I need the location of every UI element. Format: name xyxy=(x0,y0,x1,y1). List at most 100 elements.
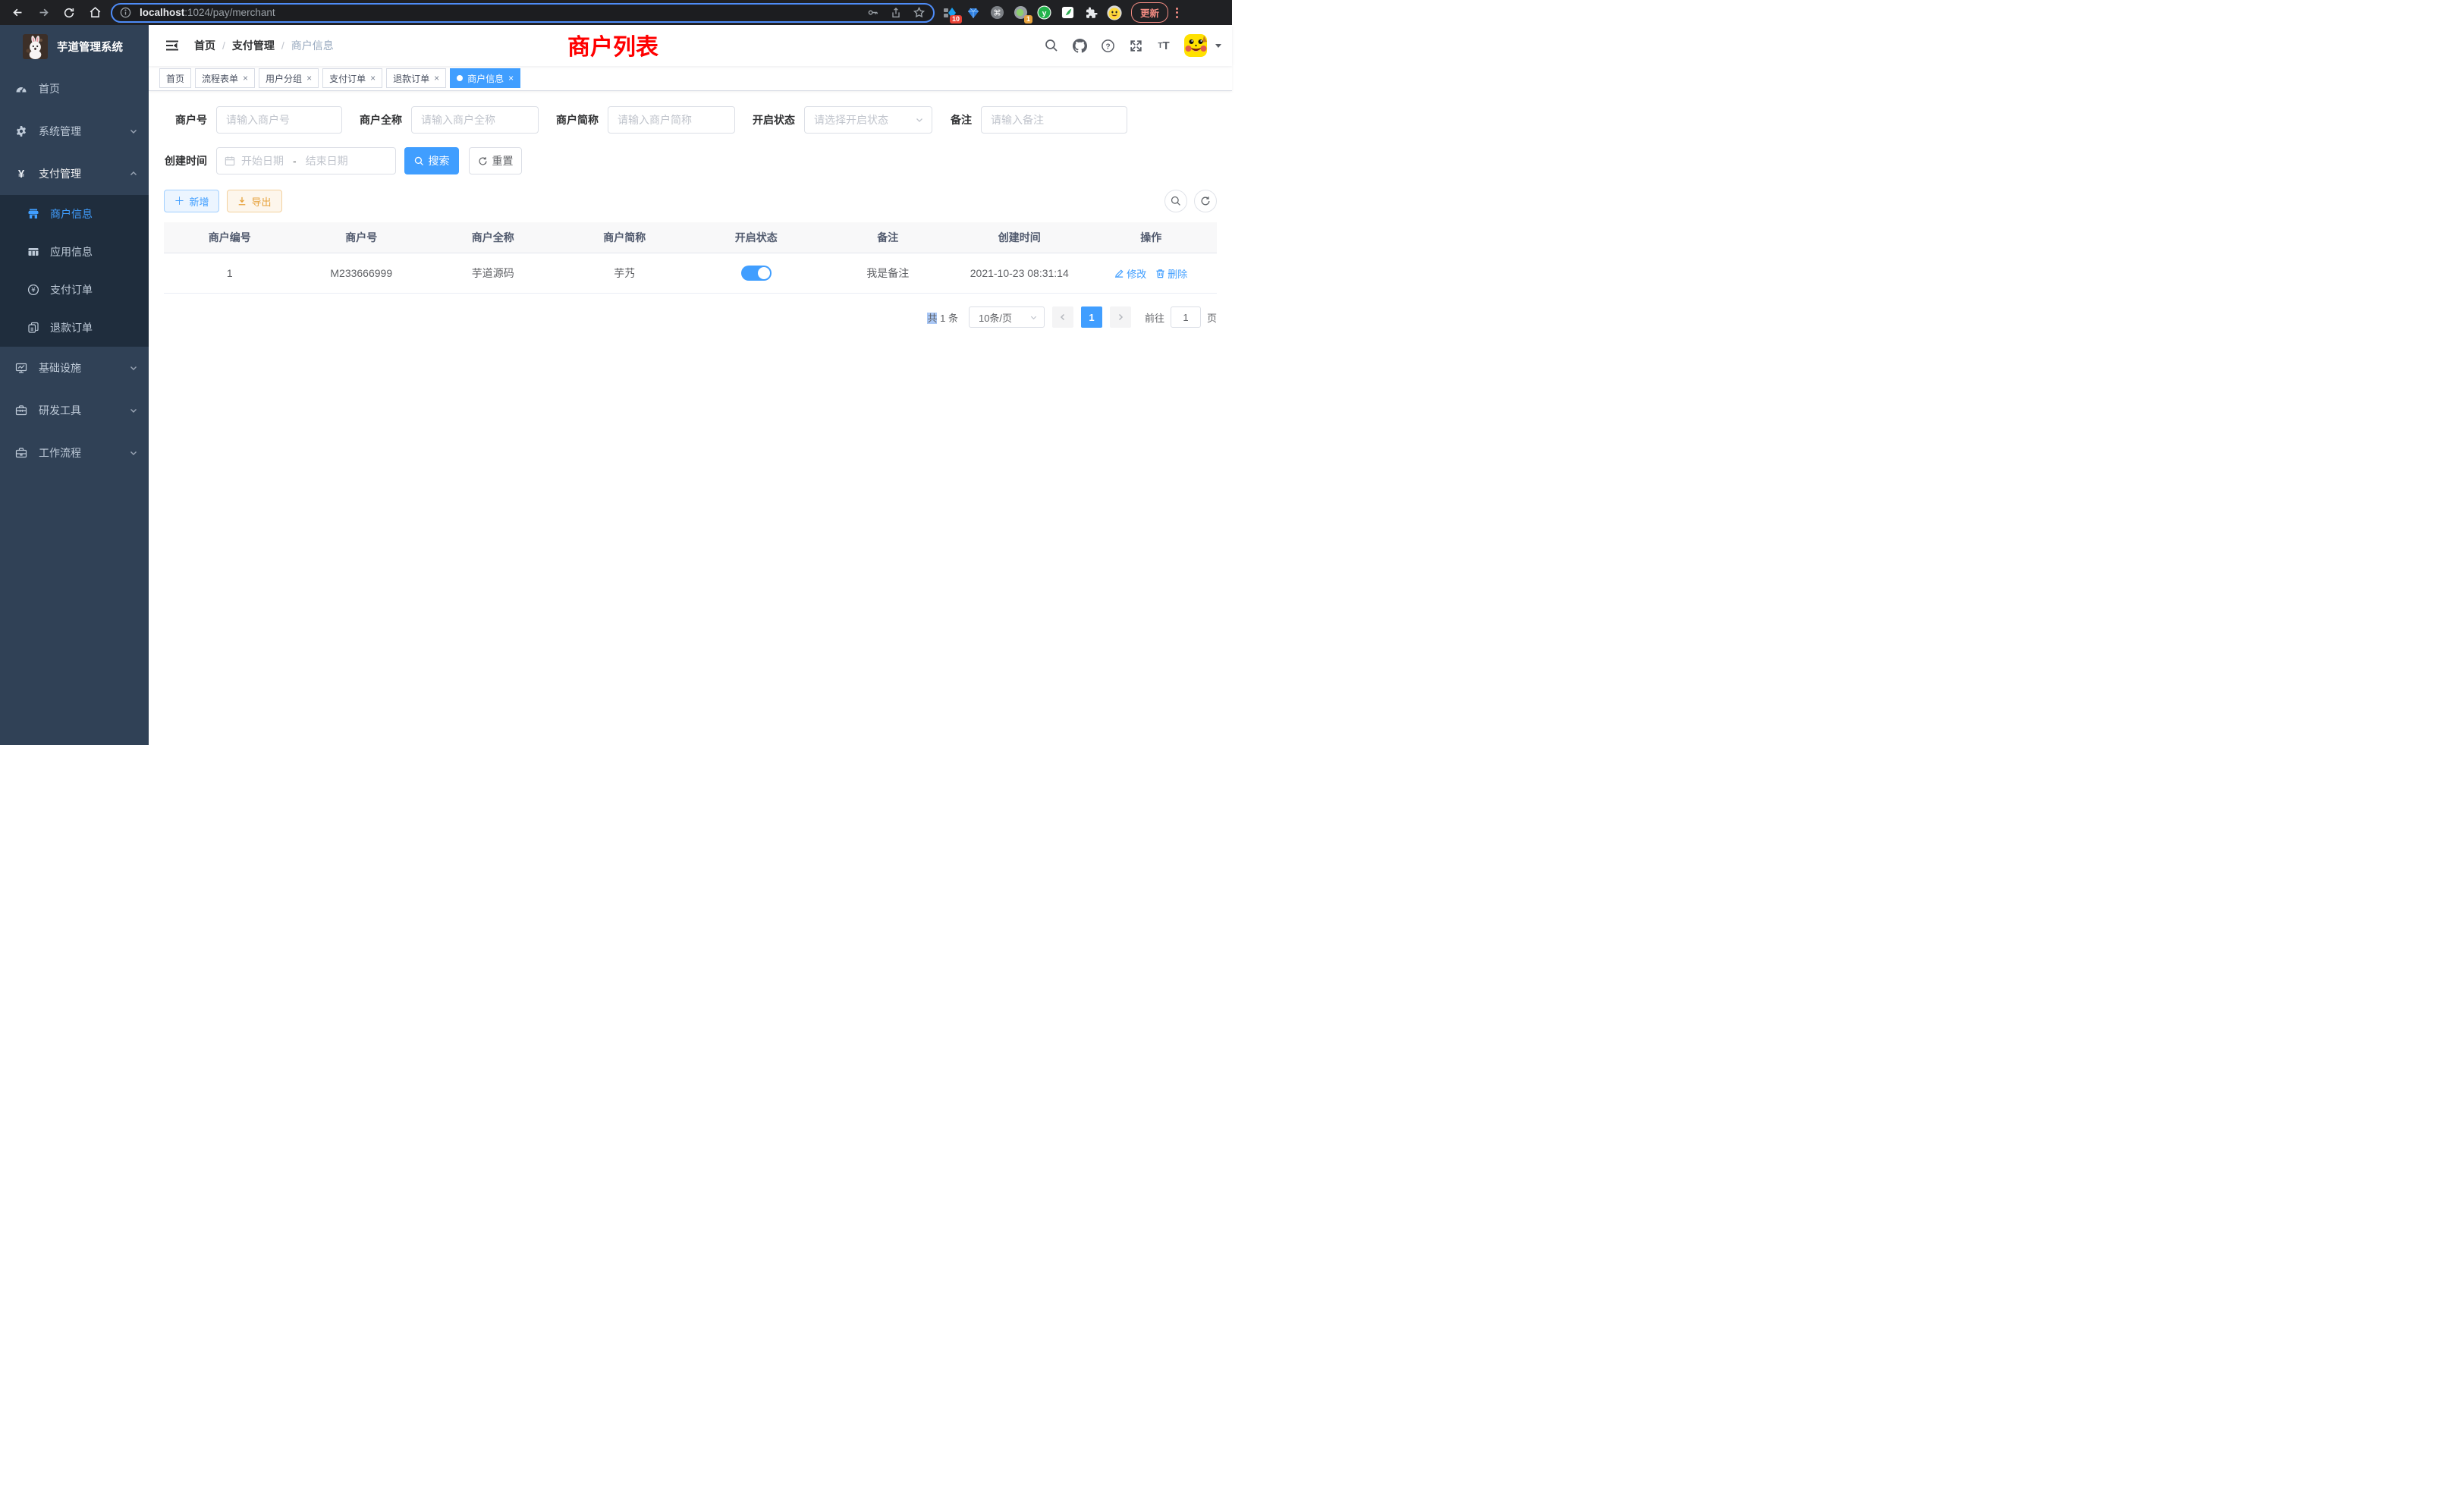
prev-page-button[interactable] xyxy=(1052,306,1073,328)
cell-create-time: 2021-10-23 08:31:14 xyxy=(954,253,1086,293)
browser-menu-icon[interactable] xyxy=(1174,8,1183,18)
avatar-caret-icon[interactable] xyxy=(1215,44,1221,48)
sidebar-item-system[interactable]: 系统管理 xyxy=(0,110,149,152)
app-logo-row[interactable]: 芋道管理系统 xyxy=(0,25,149,68)
bookmark-star-icon[interactable] xyxy=(913,6,926,19)
reload-icon[interactable] xyxy=(59,3,79,23)
site-info-icon[interactable] xyxy=(118,6,132,20)
sidebar-item-pay-order[interactable]: ¥ 支付订单 xyxy=(0,271,149,309)
sidebar-item-merchant-info[interactable]: 商户信息 xyxy=(0,195,149,233)
pagination-total: 共 1 条 xyxy=(927,310,958,325)
sidebar-item-label: 研发工具 xyxy=(39,403,129,418)
home-icon[interactable] xyxy=(85,3,105,23)
chevron-down-icon xyxy=(129,448,138,457)
share-icon[interactable] xyxy=(890,7,902,19)
tab-merchant-info[interactable]: 商户信息 × xyxy=(450,68,520,88)
tags-view: 首页 流程表单× 用户分组× 支付订单× 退款订单× 商户信息 × xyxy=(149,66,1232,91)
close-icon[interactable]: × xyxy=(306,73,312,83)
export-button[interactable]: 导出 xyxy=(227,190,282,212)
sidebar-item-infrastructure[interactable]: 基础设施 xyxy=(0,347,149,389)
col-actions: 操作 xyxy=(1086,222,1218,253)
help-icon[interactable]: ? xyxy=(1100,38,1115,53)
col-short-name: 商户简称 xyxy=(559,222,691,253)
profile-emoji-icon[interactable] xyxy=(1107,5,1122,20)
extension-badge: 1 xyxy=(1024,15,1032,24)
close-icon[interactable]: × xyxy=(370,73,376,83)
add-button[interactable]: ＋ 新增 xyxy=(164,190,219,212)
page-size-value: 10条/页 xyxy=(979,310,1029,325)
url-bar[interactable]: localhost:1024/pay/merchant xyxy=(111,3,935,23)
full-name-label: 商户全称 xyxy=(359,112,402,127)
edit-button[interactable]: 修改 xyxy=(1114,266,1146,281)
search-icon xyxy=(414,156,424,166)
password-key-icon[interactable] xyxy=(866,6,879,19)
goto-page-input[interactable] xyxy=(1171,306,1201,328)
refresh-table-button[interactable] xyxy=(1194,190,1217,212)
reset-button[interactable]: 重置 xyxy=(469,147,522,174)
tab-home[interactable]: 首页 xyxy=(159,68,191,88)
sidebar-item-payment[interactable]: ¥ 支付管理 xyxy=(0,152,149,195)
tab-refund-order[interactable]: 退款订单× xyxy=(386,68,446,88)
forward-icon[interactable] xyxy=(33,3,53,23)
sidebar-item-devtools[interactable]: 研发工具 xyxy=(0,389,149,432)
sidebar-item-workflow[interactable]: 工作流程 xyxy=(0,432,149,474)
end-date-placeholder: 结束日期 xyxy=(306,153,348,168)
breadcrumb-home[interactable]: 首页 xyxy=(194,38,215,53)
sidebar-collapse-icon[interactable] xyxy=(159,33,185,58)
fullscreen-icon[interactable] xyxy=(1128,38,1143,53)
extension-gem-icon[interactable] xyxy=(966,5,981,20)
next-page-button[interactable] xyxy=(1110,306,1131,328)
page-number-1[interactable]: 1 xyxy=(1081,306,1102,328)
url-path: :1024/pay/merchant xyxy=(184,7,275,18)
sidebar-item-refund-order[interactable]: 退款订单 xyxy=(0,309,149,347)
back-icon[interactable] xyxy=(8,3,27,23)
extension-diamond-icon[interactable]: 10 xyxy=(942,5,957,20)
extensions-puzzle-icon[interactable] xyxy=(1083,5,1098,20)
chevron-right-icon xyxy=(1116,313,1125,322)
sidebar-item-home[interactable]: 首页 xyxy=(0,68,149,110)
status-select[interactable]: 请选择开启状态 xyxy=(804,106,932,134)
font-size-icon[interactable]: TT xyxy=(1156,38,1171,53)
col-merchant-id: 商户编号 xyxy=(164,222,296,253)
full-name-input[interactable] xyxy=(411,106,539,134)
delete-button[interactable]: 删除 xyxy=(1155,266,1187,281)
sidebar-item-label: 支付订单 xyxy=(50,282,93,297)
sidebar-item-label: 应用信息 xyxy=(50,244,93,259)
user-avatar[interactable] xyxy=(1184,34,1207,57)
tab-process-form[interactable]: 流程表单× xyxy=(195,68,255,88)
filter-row-1: 商户号 商户全称 商户简称 开启状态 请选择开启状态 xyxy=(164,106,1217,134)
tab-label: 商户信息 xyxy=(467,72,504,85)
create-time-range-picker[interactable]: 开始日期 - 结束日期 xyxy=(216,147,396,174)
page-size-select[interactable]: 10条/页 xyxy=(969,306,1045,328)
close-icon[interactable]: × xyxy=(508,73,514,83)
update-label: 更新 xyxy=(1140,8,1159,19)
briefcase-icon xyxy=(15,447,27,459)
table-toolbar: ＋ 新增 导出 xyxy=(164,190,1217,212)
merchant-no-input[interactable] xyxy=(216,106,342,134)
header-search-icon[interactable] xyxy=(1044,38,1059,53)
close-icon[interactable]: × xyxy=(434,73,439,83)
remark-label: 备注 xyxy=(949,112,972,127)
toggle-search-button[interactable] xyxy=(1164,190,1187,212)
chrome-update-button[interactable]: 更新 xyxy=(1131,2,1168,23)
date-separator: - xyxy=(284,155,306,167)
extension-command-icon[interactable]: ⌘ xyxy=(989,5,1004,20)
breadcrumb-section[interactable]: 支付管理 xyxy=(232,38,275,53)
remark-input[interactable] xyxy=(981,106,1127,134)
short-name-input[interactable] xyxy=(608,106,735,134)
extension-y-icon[interactable]: y xyxy=(1036,5,1051,20)
chevron-down-icon xyxy=(1029,313,1038,322)
github-icon[interactable] xyxy=(1072,38,1087,53)
sidebar-item-app-info[interactable]: 应用信息 xyxy=(0,233,149,271)
tab-pay-order[interactable]: 支付订单× xyxy=(322,68,382,88)
col-create-time: 创建时间 xyxy=(954,222,1086,253)
search-button[interactable]: 搜索 xyxy=(404,147,459,174)
close-icon[interactable]: × xyxy=(243,73,248,83)
extension-note-icon[interactable] xyxy=(1060,5,1075,20)
status-toggle[interactable] xyxy=(741,266,772,281)
tab-user-group[interactable]: 用户分组× xyxy=(259,68,319,88)
browser-nav-buttons xyxy=(8,3,105,23)
calendar-icon xyxy=(225,156,235,166)
total-suffix: 条 xyxy=(948,313,958,324)
extension-circle-icon[interactable]: 1 xyxy=(1013,5,1028,20)
